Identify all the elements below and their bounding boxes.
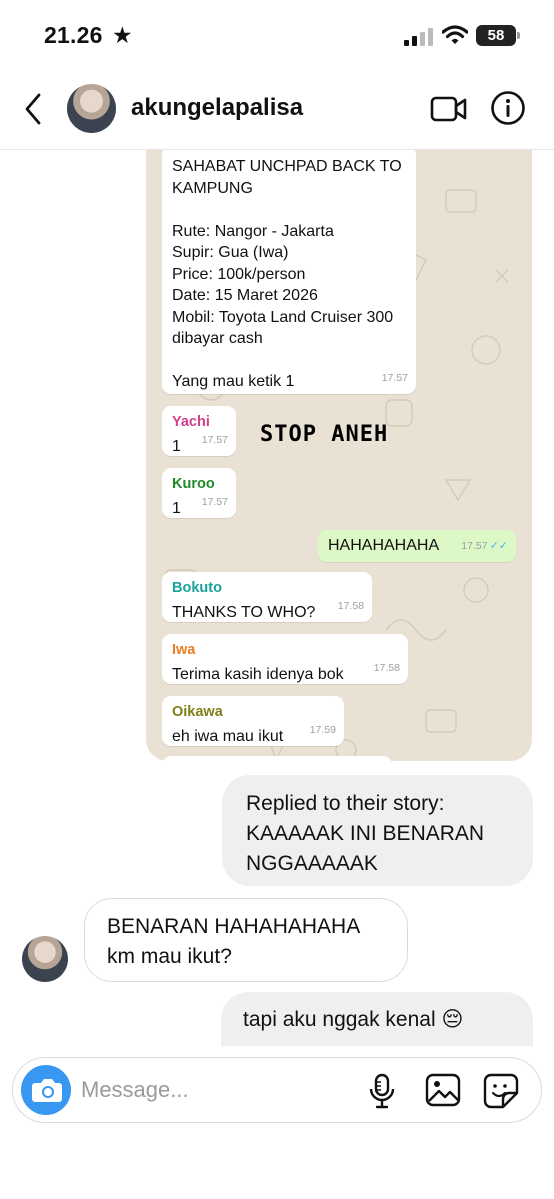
wa-message-oikawa: Oikawa eh iwa mau ikut 17.59	[162, 696, 344, 746]
video-call-icon[interactable]	[430, 94, 468, 124]
message-line: BENARAN HAHAHAHAHA	[107, 915, 361, 938]
wa-timestamp: 17.59	[309, 723, 336, 736]
status-bar: 21.26 ★ 58	[0, 0, 554, 72]
username[interactable]: akungelapalisa	[131, 94, 303, 122]
wa-message-kuroo: Kuroo 1 17.57	[162, 468, 236, 518]
gallery-icon[interactable]	[425, 1073, 461, 1107]
story-overlay-text: STOP ANEH	[260, 422, 389, 447]
story-reply-image[interactable]: SAHABAT UNCHPAD BACK TO KAMPUNG Rute: Na…	[146, 150, 532, 761]
wa-text-line: Date: 15 Maret 2026	[172, 287, 318, 304]
wa-timestamp: 17.57	[381, 371, 408, 384]
camera-button[interactable]	[21, 1065, 71, 1115]
wa-message-bokuto: Bokuto THANKS TO WHO? 17.58	[162, 572, 372, 622]
wa-text-line: Supir: Gua (Iwa)	[172, 244, 289, 261]
wa-sender: Bokuto	[172, 580, 222, 596]
reply-label: Replied to their story:	[246, 792, 445, 815]
info-icon[interactable]	[490, 90, 526, 126]
chat-header: akungelapalisa	[0, 72, 554, 150]
reply-text-line: NGGAAAAAK	[246, 852, 378, 875]
message-input[interactable]	[81, 1072, 351, 1108]
reply-text-line: KAAAAAK INI BENARAN	[246, 822, 485, 845]
battery-icon: 58	[476, 25, 520, 46]
wa-text-line: Price: 100k/person	[172, 265, 306, 283]
star-icon: ★	[112, 22, 133, 48]
wa-text-line: dibayar cash	[172, 330, 263, 347]
wa-time-value: 17.57	[461, 539, 488, 552]
double-check-icon: ✓✓	[489, 539, 508, 552]
message-line: tapi aku nggak kenal 😔	[243, 1008, 464, 1031]
wa-sender: Iwa	[172, 642, 196, 658]
wifi-icon	[442, 25, 468, 44]
wa-text: Terima kasih idenya bok	[172, 665, 344, 683]
status-time: 21.26	[44, 22, 103, 48]
wa-text-line: SAHABAT UNCHPAD BACK TO	[172, 158, 402, 175]
camera-icon	[32, 1079, 62, 1102]
message-composer	[12, 1057, 542, 1123]
wa-text: THANKS TO WHO?	[172, 603, 316, 621]
wa-text-line: KAMPUNG	[172, 179, 253, 197]
wa-message-announcement: SAHABAT UNCHPAD BACK TO KAMPUNG Rute: Na…	[162, 150, 416, 394]
profile-avatar[interactable]	[67, 84, 116, 133]
wa-timestamp: 17.58	[337, 599, 364, 612]
wa-timestamp: 17.57	[201, 433, 228, 446]
cellular-signal-icon	[404, 28, 434, 46]
wa-text-line: Yang mau ketik 1	[172, 373, 295, 390]
wa-message-iwa: Iwa Terima kasih idenya bok 17.58	[162, 634, 408, 684]
sender-avatar[interactable]	[22, 936, 68, 982]
wa-timestamp: 17.57	[201, 495, 228, 508]
sticker-icon[interactable]	[483, 1073, 519, 1109]
microphone-icon[interactable]	[367, 1073, 397, 1109]
wa-message-outgoing: HAHAHAHAHA 17.57 ✓✓	[318, 530, 516, 562]
wa-message-yachi: Yachi 1 17.57	[162, 406, 236, 456]
story-reply-bubble[interactable]: Replied to their story: KAAAAAK INI BENA…	[222, 775, 533, 886]
their-message-bubble[interactable]: BENARAN HAHAHAHAHA km mau ikut?	[84, 898, 408, 982]
wa-text-line: Rute: Nangor - Jakarta	[172, 222, 334, 240]
message-line: km mau ikut?	[107, 945, 232, 968]
my-message-bubble[interactable]: tapi aku nggak kenal 😔	[221, 992, 533, 1048]
wa-timestamp: 17.57 ✓✓	[461, 536, 508, 558]
wa-message-cutoff	[162, 756, 392, 761]
wa-text-line: Mobil: Toyota Land Cruiser 300	[172, 308, 394, 326]
back-icon[interactable]	[22, 92, 46, 126]
wa-timestamp: 17.58	[373, 661, 400, 674]
